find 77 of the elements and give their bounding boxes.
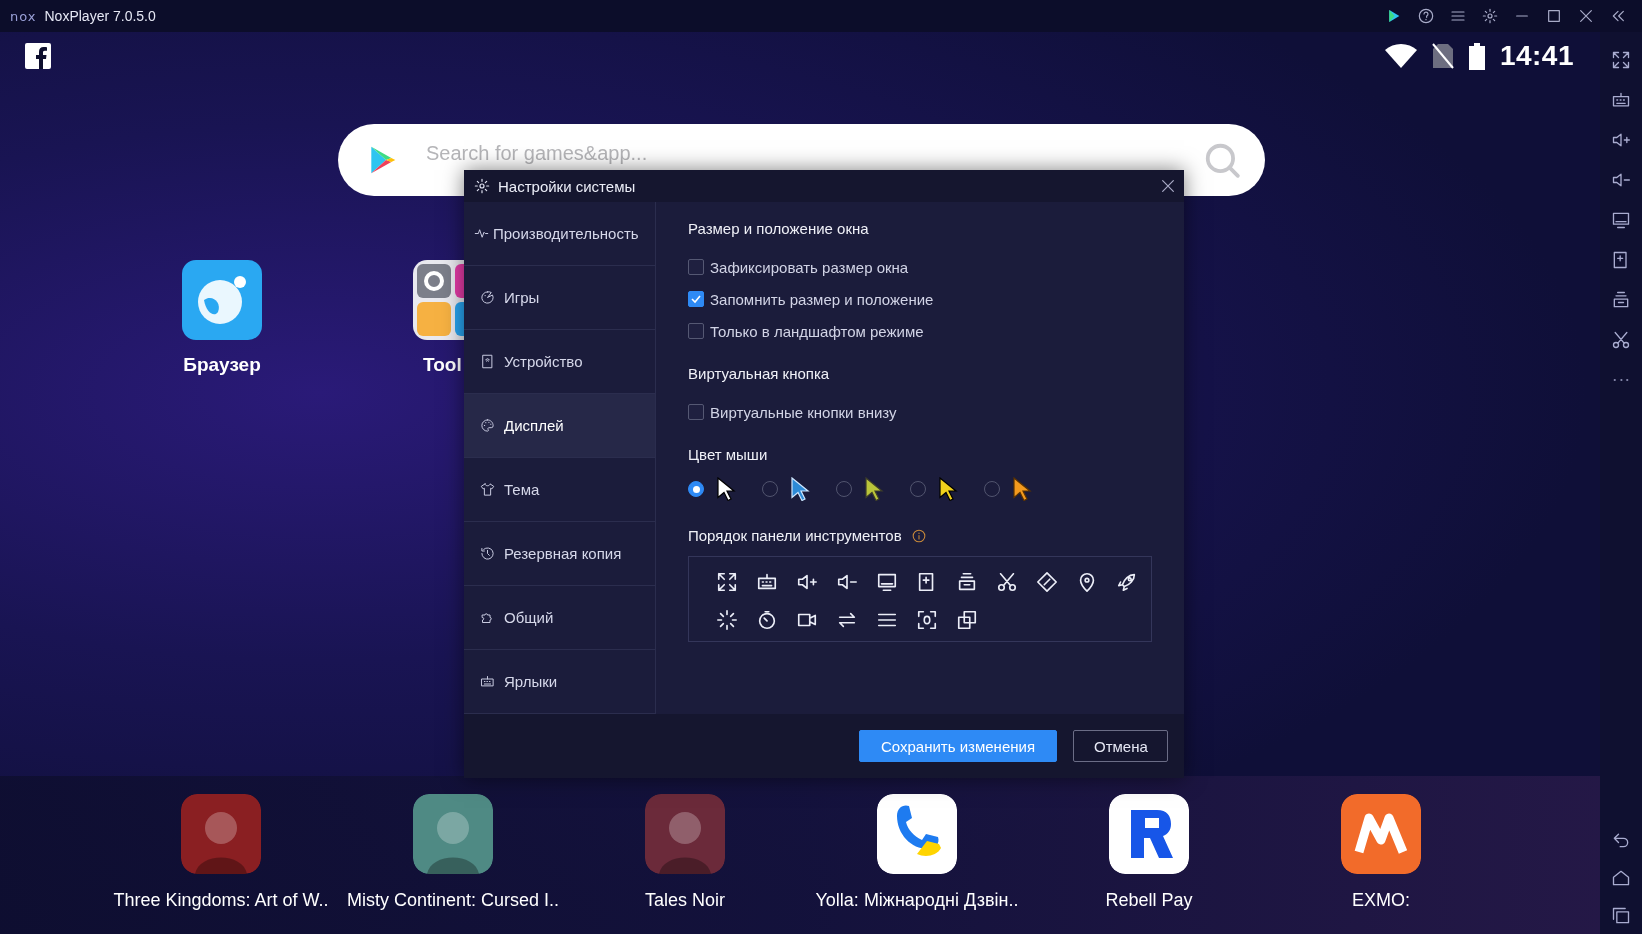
recent-apps-icon[interactable] — [1611, 906, 1631, 926]
screenshot-icon[interactable] — [916, 609, 938, 631]
sidebar-tab[interactable]: Производительность — [464, 202, 655, 266]
clock-time: 14:41 — [1499, 40, 1574, 72]
scissors-icon[interactable] — [1611, 330, 1631, 350]
app-logo: nox — [10, 8, 37, 24]
app-label[interactable]: Misty Continent: Cursed I.. — [346, 890, 560, 911]
info-icon[interactable] — [911, 528, 926, 543]
section-heading: Порядок панели инструментов — [688, 527, 902, 544]
window-title: NoxPlayer 7.0.5.0 — [44, 8, 156, 24]
close-icon[interactable] — [1578, 8, 1594, 24]
pie-icon — [480, 290, 495, 305]
game-artwork-placeholder[interactable] — [413, 794, 493, 874]
device-icon — [480, 354, 495, 369]
battery-icon — [1467, 42, 1486, 70]
spinner-icon[interactable] — [716, 609, 738, 631]
facebook-icon[interactable] — [25, 43, 51, 69]
section-heading: Цвет мыши — [688, 446, 769, 463]
zigzag-logo-icon[interactable] — [1341, 794, 1421, 874]
dialog-title: Настройки системы — [498, 177, 637, 195]
sidebar-tab[interactable]: Тема — [464, 458, 655, 522]
close-icon[interactable] — [1160, 178, 1176, 194]
rotate-icon[interactable] — [1036, 571, 1058, 593]
app-label[interactable]: Yolla: Міжнародні Дзвін.. — [815, 890, 1019, 911]
cursor-icon — [790, 477, 810, 501]
home-icon[interactable] — [1611, 868, 1631, 888]
cursor-icon — [716, 477, 736, 501]
tools-folder-icon[interactable] — [413, 260, 464, 340]
maximize-icon[interactable] — [1546, 8, 1562, 24]
settings-icon — [474, 178, 490, 194]
section-heading: Размер и положение окна — [688, 220, 870, 237]
checkbox-option[interactable]: Только в ландшафтом режиме — [688, 315, 1152, 347]
sidebar-tab[interactable]: Общий — [464, 586, 655, 650]
app-label[interactable]: Three Kingdoms: Art of W.. — [113, 890, 329, 911]
app-label[interactable]: Rebell Pay — [1105, 890, 1193, 911]
search-input[interactable]: Search for games&app... — [424, 140, 1203, 166]
overlapping-squares-icon[interactable] — [956, 609, 978, 631]
tray-icon[interactable] — [956, 571, 978, 593]
pulse-icon — [474, 226, 489, 241]
app-label[interactable]: EXMO: — [1352, 890, 1410, 911]
section-heading: Виртуальная кнопка — [688, 365, 831, 382]
settings-icon[interactable] — [1482, 8, 1498, 24]
phone-icon[interactable] — [877, 794, 957, 874]
sidebar-tab[interactable]: Игры — [464, 266, 655, 330]
app-label[interactable]: Tool — [413, 354, 462, 376]
checkbox-option[interactable]: Виртуальные кнопки внизу — [688, 396, 1152, 428]
keyboard-icon[interactable] — [1611, 90, 1631, 110]
help-icon[interactable] — [1418, 8, 1434, 24]
collapse-icon[interactable] — [1610, 8, 1626, 24]
cursor-icon — [938, 477, 958, 501]
checkbox-option[interactable]: Запомнить размер и положение — [688, 283, 1152, 315]
palette-icon — [480, 418, 495, 433]
back-icon[interactable] — [1611, 830, 1631, 850]
shirt-icon — [480, 482, 495, 497]
wifi-icon — [1383, 42, 1418, 70]
no-sim-icon — [1431, 42, 1454, 70]
keyboard-icon — [480, 674, 495, 689]
checkmark-icon — [690, 293, 702, 305]
cursor-icon — [1012, 477, 1032, 501]
history-icon — [480, 546, 495, 561]
cancel-button[interactable]: Отмена — [1073, 730, 1168, 762]
radio-button[interactable] — [688, 481, 704, 497]
monitor-icon[interactable] — [1611, 210, 1631, 230]
game-artwork-placeholder[interactable] — [645, 794, 725, 874]
stopwatch-icon[interactable] — [756, 609, 778, 631]
app-label[interactable]: Браузер — [183, 354, 261, 376]
tray-icon[interactable] — [1611, 290, 1631, 310]
game-artwork-placeholder[interactable] — [181, 794, 261, 874]
planet-icon[interactable] — [182, 260, 262, 340]
cursor-icon — [864, 477, 884, 501]
sidebar-tab[interactable]: Дисплей — [464, 394, 655, 458]
app-label[interactable]: Tales Noir — [645, 890, 725, 911]
rocket-icon[interactable] — [1116, 571, 1138, 593]
sidebar-tab[interactable]: Резервная копия — [464, 522, 655, 586]
monitor-icon[interactable] — [876, 571, 898, 593]
checkbox-option[interactable]: Зафиксировать размер окна — [688, 251, 1152, 283]
fullscreen-icon[interactable] — [1611, 50, 1631, 70]
